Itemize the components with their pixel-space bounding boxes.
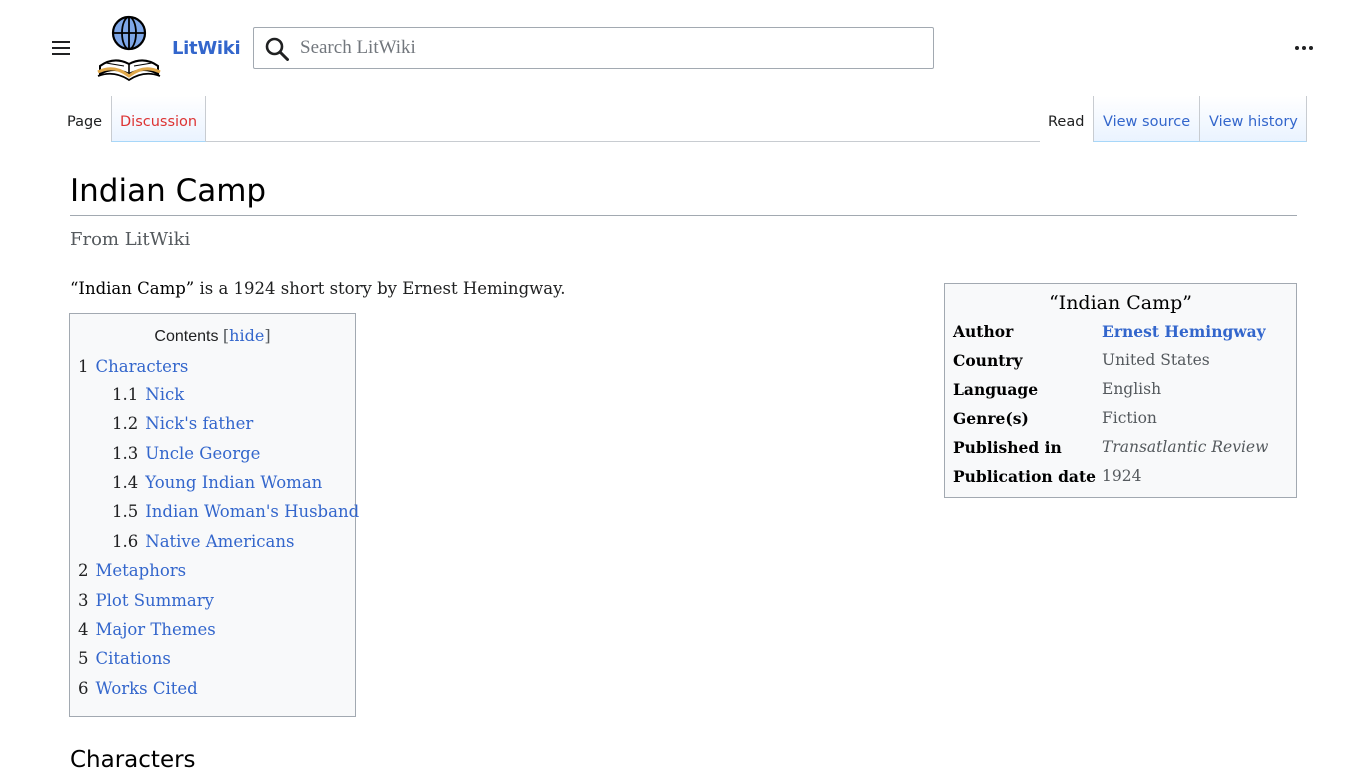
toc-item[interactable]: 2 Metaphors: [78, 561, 186, 580]
toc-item-link[interactable]: Works Cited: [96, 679, 198, 698]
toc-item[interactable]: 4 Major Themes: [78, 620, 216, 639]
toc-item-link[interactable]: Characters: [96, 357, 189, 376]
site-wordmark[interactable]: LitWiki: [172, 38, 241, 59]
tab-view-history[interactable]: View history: [1199, 96, 1307, 142]
infobox-value-link[interactable]: Ernest Hemingway: [1102, 322, 1266, 341]
tab-read[interactable]: Read: [1040, 96, 1093, 142]
toc-item-number: 1.4: [112, 473, 139, 492]
toc-item-link[interactable]: Major Themes: [96, 620, 216, 639]
section-heading-characters: Characters: [70, 747, 196, 768]
globe-book-logo-icon[interactable]: [96, 14, 164, 82]
toc-item-number: 1.3: [112, 444, 139, 463]
infobox-row: Published in Transatlantic Review: [953, 438, 1293, 460]
infobox: “Indian Camp” Author Ernest Hemingway Coun…: [944, 283, 1297, 498]
page-title: Indian Camp: [70, 173, 267, 209]
title-divider: [70, 215, 1297, 216]
toc-item-link[interactable]: Citations: [96, 649, 171, 668]
toc-item-link[interactable]: Nick's father: [145, 414, 253, 433]
lead-paragraph: “Indian Camp” is a 1924 short story by E…: [70, 279, 565, 298]
infobox-value: United States: [1102, 351, 1210, 369]
toc-item[interactable]: 1.5 Indian Woman's Husband: [112, 502, 359, 521]
search-box[interactable]: [253, 27, 934, 69]
infobox-value: 1924: [1102, 467, 1142, 485]
toc-item[interactable]: 1.3 Uncle George: [112, 444, 260, 463]
toc-item-link[interactable]: Metaphors: [96, 561, 187, 580]
search-input[interactable]: [300, 28, 920, 68]
infobox-value: Fiction: [1102, 409, 1157, 427]
search-icon[interactable]: [265, 37, 289, 61]
toc-item-number: 1.6: [112, 532, 139, 551]
toc-title: Contents: [154, 328, 219, 345]
hamburger-menu-icon[interactable]: [52, 40, 72, 56]
toc-item-number: 1.5: [112, 502, 139, 521]
toc-item-number: 2: [78, 561, 89, 580]
toc-item-link[interactable]: Plot Summary: [96, 591, 214, 610]
infobox-title: “Indian Camp”: [1048, 292, 1193, 314]
lead-text: is a 1924 short story by Ernest Hemingwa…: [194, 279, 566, 298]
toc-item-link[interactable]: Indian Woman's Husband: [145, 502, 359, 521]
infobox-key: Published in: [953, 438, 1062, 457]
infobox-value: Transatlantic Review: [1102, 438, 1269, 456]
toc-item-link[interactable]: Nick: [145, 385, 184, 404]
toc-bracket-close: ]: [264, 326, 271, 345]
site-tagline: From LitWiki: [70, 229, 191, 250]
toc-item-number: 1: [78, 357, 89, 376]
toc-item-number: 1.2: [112, 414, 139, 433]
infobox-value: English: [1102, 380, 1162, 398]
tab-discussion[interactable]: Discussion: [111, 96, 206, 142]
toc-heading: Contents [hide]: [70, 326, 355, 346]
infobox-key: Country: [953, 351, 1023, 370]
infobox-row: Author Ernest Hemingway: [953, 322, 1293, 344]
table-of-contents: Contents [hide] 1 Characters 1.1 Nick 1.2 Nic…: [69, 313, 359, 717]
toc-item-number: 3: [78, 591, 89, 610]
toc-item[interactable]: 6 Works Cited: [78, 679, 198, 698]
infobox-row: Publication date 1924: [953, 467, 1293, 489]
toc-item-link[interactable]: Native Americans: [145, 532, 294, 551]
toc-item-link[interactable]: Uncle George: [145, 444, 260, 463]
toc-item-number: 1.1: [112, 385, 139, 404]
toc-item[interactable]: 1.1 Nick: [112, 385, 184, 404]
ellipsis-icon[interactable]: [1294, 46, 1314, 52]
toc-item[interactable]: 3 Plot Summary: [78, 591, 214, 610]
infobox-key: Author: [953, 322, 1014, 341]
infobox-row: Country United States: [953, 351, 1293, 373]
toc-item-link[interactable]: Young Indian Woman: [145, 473, 322, 492]
tab-page[interactable]: Page: [60, 96, 111, 142]
lead-bold-title: “Indian Camp”: [70, 279, 195, 298]
toc-item[interactable]: 5 Citations: [78, 649, 171, 668]
infobox-key: Genre(s): [953, 409, 1029, 428]
toc-item[interactable]: 1.4 Young Indian Woman: [112, 473, 322, 492]
toc-item[interactable]: 1 Characters: [78, 357, 188, 376]
tab-view-source[interactable]: View source: [1093, 96, 1199, 142]
toc-item-number: 5: [78, 649, 89, 668]
infobox-row: Language English: [953, 380, 1293, 402]
toc-hide-link[interactable]: hide: [229, 326, 264, 345]
toc-item-number: 4: [78, 620, 89, 639]
infobox-key: Language: [953, 380, 1039, 399]
infobox-row: Genre(s) Fiction: [953, 409, 1293, 431]
toc-item[interactable]: 1.6 Native Americans: [112, 532, 294, 551]
infobox-key: Publication date: [953, 467, 1096, 486]
toc-item-number: 6: [78, 679, 89, 698]
toc-item[interactable]: 1.2 Nick's father: [112, 414, 253, 433]
